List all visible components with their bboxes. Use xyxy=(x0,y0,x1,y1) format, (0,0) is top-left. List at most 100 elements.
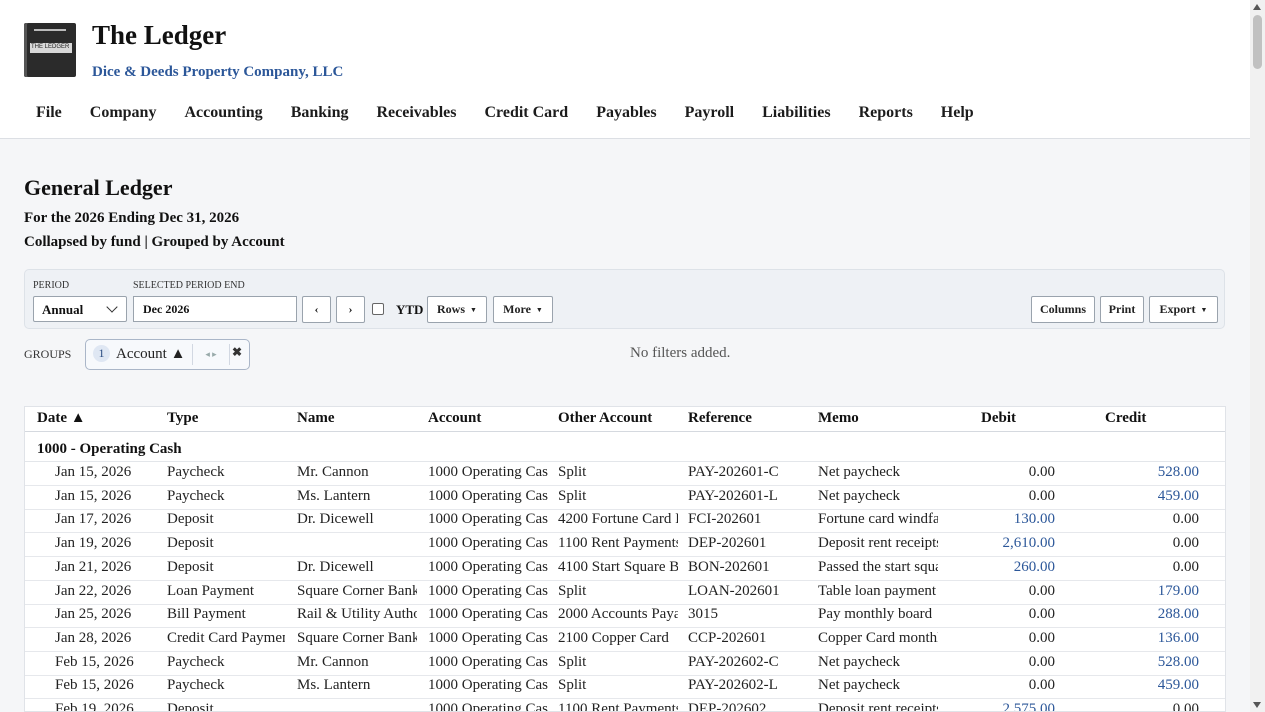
group-chip-label[interactable]: Account ▲ xyxy=(116,346,185,363)
selected-period-end-label: SELECTED PERIOD END xyxy=(133,280,245,291)
cell-debit[interactable]: 130.00 xyxy=(965,511,1055,528)
cell-type: Loan Payment xyxy=(167,582,255,599)
table-row[interactable]: Jan 25, 2026 Bill Payment Rail & Utility A… xyxy=(25,604,1225,629)
cell-debit: 0.00 xyxy=(1028,653,1055,670)
column-header-debit[interactable]: Debit xyxy=(981,410,1016,427)
cell-credit[interactable]: 528.00 xyxy=(1105,464,1199,481)
column-header-date[interactable]: Date ▲ xyxy=(37,410,86,427)
table-row[interactable]: Feb 15, 2026 Paycheck Ms. Lantern 1000 Oper… xyxy=(25,675,1225,700)
cell-name: Dr. Dicewell xyxy=(297,558,374,575)
cell-memo: Net paycheck xyxy=(818,464,901,480)
cell-debit: 0.00 xyxy=(1028,606,1055,623)
cell-account: 1000 Operating Cash xyxy=(428,701,548,712)
cell-credit[interactable]: 288.00 xyxy=(1105,606,1199,623)
ytd-checkbox[interactable] xyxy=(372,303,384,315)
export-button[interactable]: Export ▼ xyxy=(1149,296,1218,323)
scroll-down-arrow-icon[interactable] xyxy=(1253,702,1261,708)
cell-name: Dr. Dicewell xyxy=(297,511,374,528)
cell-date: Jan 21, 2026 xyxy=(55,558,132,575)
company-name[interactable]: Dice & Deeds Property Company, LLC xyxy=(92,64,343,81)
cell-debit[interactable]: 2,610.00 xyxy=(965,535,1056,552)
cell-credit[interactable]: 136.00 xyxy=(1105,630,1199,647)
menu-accounting[interactable]: Accounting xyxy=(170,104,276,122)
more-button[interactable]: More ▼ xyxy=(493,296,553,323)
next-period-button[interactable]: › xyxy=(336,296,365,323)
table-row[interactable]: Jan 22, 2026 Loan Payment Square Corner Ba… xyxy=(25,581,1225,605)
cell-memo: Deposit rent receipts xyxy=(818,535,938,552)
table-row[interactable]: Feb 19, 2026 Deposit 1000 Operating Cash 11… xyxy=(25,699,1225,712)
table-row[interactable]: Jan 15, 2026 Paycheck Mr. Cannon 1000 Opera… xyxy=(25,462,1225,486)
cell-name: Mr. Cannon xyxy=(297,464,369,480)
period-end-input[interactable]: Dec 2026 xyxy=(133,296,297,322)
scroll-up-arrow-icon[interactable] xyxy=(1253,4,1261,10)
rows-button[interactable]: Rows ▼ xyxy=(427,296,487,323)
logo-text: THE LEDGER xyxy=(31,44,70,50)
menu-banking[interactable]: Banking xyxy=(277,104,363,122)
cell-other: 1100 Rent Payments xyxy=(558,701,678,712)
menu-company[interactable]: Company xyxy=(76,104,171,122)
column-header-account[interactable]: Account xyxy=(428,410,481,427)
cell-debit: 0.00 xyxy=(1028,487,1055,504)
app-title: The Ledger xyxy=(92,20,227,50)
cell-name: Square Corner Bank xyxy=(297,629,417,646)
cell-credit[interactable]: 179.00 xyxy=(1105,583,1199,600)
menu-receivables[interactable]: Receivables xyxy=(363,104,471,122)
menu-credit-card[interactable]: Credit Card xyxy=(470,104,582,122)
table-row[interactable]: Jan 21, 2026 Deposit Dr. Dicewell 1000 Oper… xyxy=(25,557,1225,581)
table-row[interactable]: Jan 28, 2026 Credit Card Payment Square Co… xyxy=(25,628,1225,652)
cell-memo: Table loan payment xyxy=(818,582,937,599)
caret-down-icon: ▼ xyxy=(535,305,543,314)
menu-reports[interactable]: Reports xyxy=(845,104,927,122)
scroll-thumb[interactable] xyxy=(1253,15,1262,69)
page-title: General Ledger xyxy=(24,175,173,200)
app-header: THE LEDGER The Ledger Dice & Deeds Prope… xyxy=(0,0,1250,139)
cell-other: Split xyxy=(558,487,587,504)
cell-credit[interactable]: 459.00 xyxy=(1105,677,1199,694)
caret-down-icon: ▼ xyxy=(470,305,477,314)
cell-other: 2000 Accounts Payable xyxy=(558,606,678,623)
column-header-name[interactable]: Name xyxy=(297,410,335,427)
cell-memo: Net paycheck xyxy=(818,487,901,504)
cell-ref: 3015 xyxy=(688,606,718,623)
cell-ref: BON-202601 xyxy=(688,558,770,575)
group-move-arrows-icon[interactable]: ◂ ▸ xyxy=(192,344,230,365)
column-header-memo[interactable]: Memo xyxy=(818,410,859,427)
menu-payroll[interactable]: Payroll xyxy=(671,104,748,122)
table-row[interactable]: Jan 19, 2026 Deposit 1000 Operating Cash 11… xyxy=(25,533,1225,558)
page-scrollbar[interactable] xyxy=(1250,0,1265,712)
table-row[interactable]: Jan 17, 2026 Deposit Dr. Dicewell 1000 Oper… xyxy=(25,509,1225,534)
more-button-label: More xyxy=(503,302,531,316)
column-header-type[interactable]: Type xyxy=(167,410,198,427)
group-chip-account[interactable]: 1 Account ▲ ◂ ▸ ✖ xyxy=(85,339,250,370)
account-group-row[interactable]: 1000 - Operating Cash xyxy=(25,437,1225,462)
account-group-title: 1000 - Operating Cash xyxy=(37,441,182,457)
table-row[interactable]: Feb 15, 2026 Paycheck Mr. Cannon 1000 Opera… xyxy=(25,652,1225,676)
period-label: PERIOD xyxy=(33,280,70,291)
cell-account: 1000 Operating Cash xyxy=(428,464,548,480)
print-button[interactable]: Print xyxy=(1100,296,1144,323)
period-select[interactable]: Annual xyxy=(33,296,127,322)
cell-credit[interactable]: 459.00 xyxy=(1105,488,1199,505)
remove-group-icon[interactable]: ✖ xyxy=(232,345,242,360)
column-header-reference[interactable]: Reference xyxy=(688,410,752,427)
menu-payables[interactable]: Payables xyxy=(582,104,670,122)
previous-period-button[interactable]: ‹ xyxy=(302,296,331,323)
cell-credit: 0.00 xyxy=(1172,558,1199,575)
menu-file[interactable]: File xyxy=(22,104,76,122)
columns-button[interactable]: Columns xyxy=(1031,296,1095,323)
cell-memo: Net paycheck xyxy=(818,653,901,670)
menu-help[interactable]: Help xyxy=(927,104,988,122)
cell-account: 1000 Operating Cash xyxy=(428,487,548,504)
cell-debit[interactable]: 2,575.00 xyxy=(965,701,1056,711)
cell-account: 1000 Operating Cash xyxy=(428,606,548,623)
menu-liabilities[interactable]: Liabilities xyxy=(748,104,844,122)
column-header-credit[interactable]: Credit xyxy=(1105,410,1146,427)
report-controls-panel: PERIOD SELECTED PERIOD END Annual Dec 20… xyxy=(24,269,1225,329)
cell-debit[interactable]: 260.00 xyxy=(965,559,1055,576)
cell-name: Ms. Lantern xyxy=(297,487,371,504)
table-row[interactable]: Jan 15, 2026 Paycheck Ms. Lantern 1000 Oper… xyxy=(25,486,1225,510)
column-header-other-account[interactable]: Other Account xyxy=(558,410,652,427)
cell-date: Jan 25, 2026 xyxy=(55,606,132,623)
cell-type: Credit Card Payment xyxy=(167,629,285,646)
cell-credit[interactable]: 528.00 xyxy=(1105,654,1199,671)
